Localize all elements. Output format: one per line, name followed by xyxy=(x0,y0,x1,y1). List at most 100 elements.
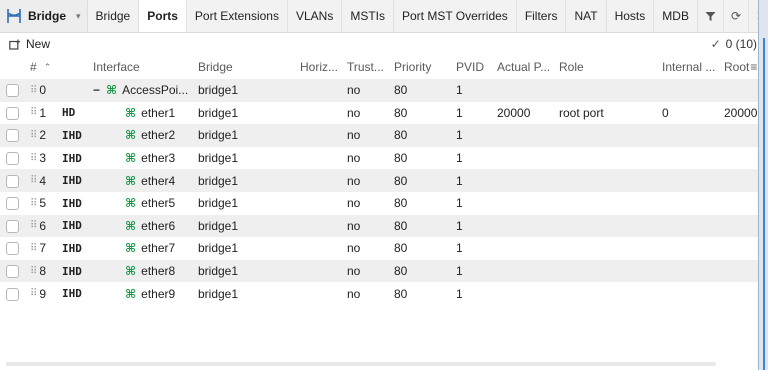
chevron-down-icon[interactable]: ▾ xyxy=(76,11,81,22)
table-row[interactable]: ⠿ 9 IHD ⌘ ether9 bridge1 no 80 1 xyxy=(0,282,758,305)
table-row[interactable]: ⠿ 3 IHD ⌘ ether3 bridge1 no 80 1 xyxy=(0,147,758,170)
row-role xyxy=(559,169,655,192)
row-checkbox[interactable] xyxy=(6,174,19,188)
tab-port-extensions[interactable]: Port Extensions xyxy=(187,0,288,32)
drag-handle-icon[interactable]: ⠿ xyxy=(30,266,37,277)
row-pvid: 1 xyxy=(456,105,463,120)
row-bridge: bridge1 xyxy=(198,264,239,279)
drag-handle-icon[interactable]: ⠿ xyxy=(30,175,37,186)
table-body: ⠿ 0− ⌘ AccessPoi... bridge1 no 80 1 ⠿ 1 HD ⌘ ether1 b… xyxy=(0,79,758,305)
tab-mdb[interactable]: MDB xyxy=(654,0,698,32)
row-root: 20000 xyxy=(724,105,758,120)
row-internal xyxy=(662,124,722,147)
column-header-interface[interactable]: Interface xyxy=(93,55,193,79)
column-header-root[interactable]: Root ≡ xyxy=(724,55,758,79)
drag-handle-icon[interactable]: ⠿ xyxy=(30,220,37,231)
table-row[interactable]: ⠿ 6 IHD ⌘ ether6 bridge1 no 80 1 xyxy=(0,214,758,238)
row-role xyxy=(559,237,655,260)
row-checkbox[interactable] xyxy=(6,152,19,166)
row-internal xyxy=(662,147,722,170)
row-root xyxy=(724,215,758,238)
column-header-priority[interactable]: Priority xyxy=(394,55,450,79)
row-horizon xyxy=(300,79,344,102)
row-horizon xyxy=(300,215,344,238)
column-menu-icon[interactable]: ≡ xyxy=(750,60,757,74)
row-trusted: no xyxy=(347,83,361,98)
drag-handle-icon[interactable]: ⠿ xyxy=(30,153,37,164)
table-row[interactable]: ⠿ 4 IHD ⌘ ether4 bridge1 no 80 1 xyxy=(0,169,758,192)
tab-nat[interactable]: NAT xyxy=(566,0,607,32)
row-bridge: bridge1 xyxy=(198,241,239,256)
drag-handle-icon[interactable]: ⠿ xyxy=(30,243,37,254)
refresh-icon[interactable]: ⟳ xyxy=(724,0,750,32)
drag-handle-icon[interactable]: ⠿ xyxy=(30,198,37,209)
row-root xyxy=(724,124,758,147)
column-header-trusted[interactable]: Trust... xyxy=(347,55,391,79)
ethernet-port-icon: ⌘ xyxy=(125,105,137,120)
row-pvid: 1 xyxy=(456,286,463,301)
row-root xyxy=(724,79,758,102)
drag-handle-icon[interactable]: ⠿ xyxy=(30,288,37,299)
column-header-actual-path-cost[interactable]: Actual P... xyxy=(497,55,555,79)
row-checkbox[interactable] xyxy=(6,197,19,211)
row-internal xyxy=(662,260,722,283)
row-checkbox[interactable] xyxy=(6,84,19,98)
column-header-role[interactable]: Role xyxy=(559,55,655,79)
app-menu[interactable]: Bridge ▾ xyxy=(0,0,88,32)
collapse-icon[interactable]: − xyxy=(93,83,100,97)
row-internal xyxy=(662,192,722,215)
row-checkbox[interactable] xyxy=(6,219,19,233)
ethernet-port-icon: ⌘ xyxy=(125,241,137,256)
column-header-pvid[interactable]: PVID xyxy=(456,55,494,79)
tab-filters[interactable]: Filters xyxy=(517,0,567,32)
row-checkbox[interactable] xyxy=(6,287,19,301)
row-actual-path-cost xyxy=(497,169,555,192)
row-checkbox[interactable] xyxy=(6,106,19,120)
horizontal-scrollbar[interactable] xyxy=(6,362,716,366)
tab-vlans[interactable]: VLANs xyxy=(288,0,343,32)
ethernet-port-icon: ⌘ xyxy=(125,286,137,301)
row-checkbox[interactable] xyxy=(6,129,19,143)
row-pvid: 1 xyxy=(456,218,463,233)
row-bridge: bridge1 xyxy=(198,105,239,120)
tab-ports[interactable]: Ports xyxy=(139,0,187,32)
table-row[interactable]: ⠿ 2 IHD ⌘ ether2 bridge1 no 80 1 xyxy=(0,124,758,147)
new-button[interactable]: New xyxy=(0,37,50,51)
column-header-bridge[interactable]: Bridge xyxy=(198,55,288,79)
tab-hosts[interactable]: Hosts xyxy=(607,0,655,32)
row-bridge: bridge1 xyxy=(198,286,239,301)
app-title: Bridge xyxy=(28,9,67,23)
row-trusted: no xyxy=(347,173,361,188)
row-horizon xyxy=(300,260,344,283)
drag-handle-icon[interactable]: ⠿ xyxy=(30,107,37,118)
row-role xyxy=(559,260,655,283)
row-checkbox[interactable] xyxy=(6,265,19,279)
table-row[interactable]: ⠿ 8 IHD ⌘ ether8 bridge1 no 80 1 xyxy=(0,259,758,283)
row-pvid: 1 xyxy=(456,173,463,188)
row-priority: 80 xyxy=(394,264,408,279)
ethernet-port-icon: ⌘ xyxy=(125,196,137,211)
tab-mstis[interactable]: MSTIs xyxy=(342,0,394,32)
row-bridge: bridge1 xyxy=(198,196,239,211)
row-pvid: 1 xyxy=(456,241,463,256)
ports-table: # ⌃ Interface Bridge Horiz... Trust... P… xyxy=(0,55,758,305)
drag-handle-icon[interactable]: ⠿ xyxy=(30,130,37,141)
row-actual-path-cost xyxy=(497,192,555,215)
column-header-number[interactable]: # ⌃ xyxy=(30,55,74,79)
table-row[interactable]: ⠿ 1 HD ⌘ ether1 bridge1 no 80 1 20000 root port 0 20… xyxy=(0,102,758,125)
table-row[interactable]: ⠿ 5 IHD ⌘ ether5 bridge1 no 80 1 xyxy=(0,192,758,215)
row-actual-path-cost xyxy=(497,260,555,283)
ethernet-port-icon: ⌘ xyxy=(125,218,137,233)
row-trusted: no xyxy=(347,128,361,143)
row-checkbox[interactable] xyxy=(6,242,19,256)
row-bridge: bridge1 xyxy=(198,218,239,233)
tab-port-mst-overrides[interactable]: Port MST Overrides xyxy=(394,0,517,32)
table-row[interactable]: ⠿ 0− ⌘ AccessPoi... bridge1 no 80 1 xyxy=(0,79,758,102)
new-item-icon xyxy=(9,39,21,50)
table-row[interactable]: ⠿ 7 IHD ⌘ ether7 bridge1 no 80 1 xyxy=(0,237,758,260)
tab-bridge[interactable]: Bridge xyxy=(88,0,140,32)
filter-icon[interactable] xyxy=(698,0,724,32)
column-header-internal[interactable]: Internal ... xyxy=(662,55,722,79)
drag-handle-icon[interactable]: ⠿ xyxy=(30,85,37,96)
column-header-horizon[interactable]: Horiz... xyxy=(300,55,344,79)
